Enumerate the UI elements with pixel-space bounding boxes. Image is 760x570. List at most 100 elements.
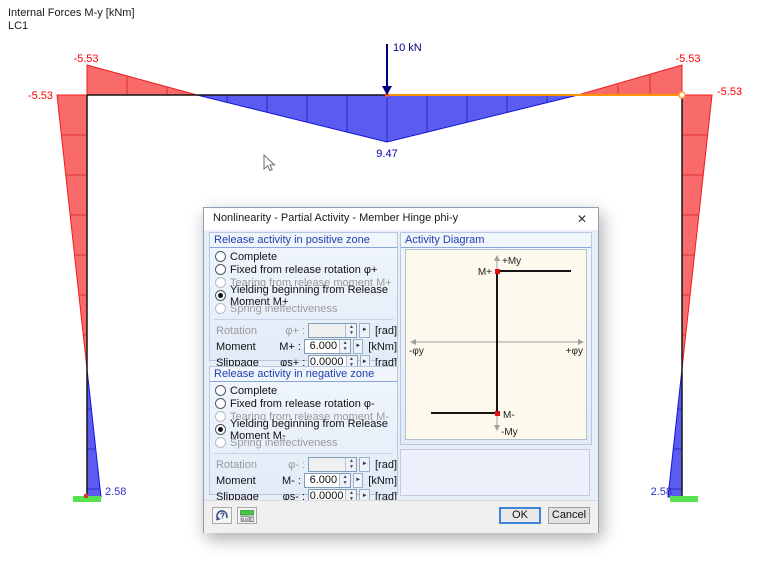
- group-positive-header: Release activity in positive zone: [210, 233, 397, 247]
- moment-pos-input[interactable]: 6.000: [305, 340, 339, 353]
- unit-label: [rad]: [375, 325, 397, 337]
- radio-icon[interactable]: [215, 251, 226, 262]
- radio-icon[interactable]: [215, 385, 226, 396]
- dialog-bottom-bar: ? 0.0 OK Cancel: [204, 500, 598, 533]
- load-value-label: 10 kN: [393, 42, 422, 54]
- field-row-moment-pos: Moment M+ : 6.000▲▼ ► [kNm]: [210, 339, 397, 354]
- column-right-negative-fill: [682, 95, 712, 369]
- info-panel: [400, 449, 590, 496]
- close-icon[interactable]: ✕: [574, 211, 590, 227]
- radio-icon[interactable]: [215, 264, 226, 275]
- activity-diagram-rule: [401, 247, 591, 248]
- group-positive-rule: [210, 247, 397, 248]
- unit-label: [kNm]: [368, 475, 397, 487]
- radio-label: Spring ineffectiveness: [230, 303, 337, 315]
- units-button[interactable]: 0.0: [237, 507, 257, 524]
- axis-label-pos-my: +My: [502, 256, 521, 267]
- field-label: Rotation: [216, 325, 280, 337]
- column-left-negative-fill: [57, 95, 87, 369]
- beam-right-negative-fill: [578, 65, 682, 95]
- field-symbol: M+ :: [277, 341, 301, 353]
- radio-icon-selected[interactable]: [215, 290, 226, 301]
- moment-label-top-right: -5.53: [675, 53, 700, 65]
- moment-label-peak: 9.47: [376, 148, 397, 160]
- radio-label: Fixed from release rotation φ-: [230, 398, 375, 410]
- ok-button[interactable]: OK: [499, 507, 541, 524]
- radio-label: Complete: [230, 251, 277, 263]
- spinner[interactable]: ▲▼: [339, 340, 350, 353]
- detail-arrow-button: ►: [359, 457, 370, 472]
- field-row-rotation-pos: Rotation φ+ : ▲▼ ► [rad]: [210, 323, 397, 338]
- member-hinge-dialog: Nonlinearity - Partial Activity - Member…: [203, 207, 599, 533]
- rotation-pos-input: [309, 324, 345, 337]
- radio-row-fixed-neg[interactable]: Fixed from release rotation φ-: [210, 397, 397, 410]
- rotation-neg-input: [309, 458, 345, 471]
- support-right: [670, 496, 698, 502]
- axis-label-neg-my: -My: [501, 427, 518, 438]
- radio-icon: [215, 437, 226, 448]
- hinge-node-marker[interactable]: [679, 92, 685, 98]
- spinner: ▲▼: [345, 324, 356, 337]
- field-label: Moment: [216, 475, 277, 487]
- beam-left-negative-fill: [87, 65, 197, 95]
- detail-arrow-button[interactable]: ►: [353, 339, 363, 354]
- point-label-m-minus: M-: [503, 410, 515, 421]
- m-minus-point: [495, 411, 500, 416]
- mouse-cursor: [264, 155, 275, 171]
- radio-icon: [215, 277, 226, 288]
- field-label: Rotation: [216, 459, 280, 471]
- spinner[interactable]: ▲▼: [339, 474, 350, 487]
- svg-text:?: ?: [220, 512, 225, 521]
- node-base-left[interactable]: [84, 494, 88, 498]
- column-left-positive-fill: [87, 369, 101, 497]
- group-separator: [214, 453, 393, 454]
- moment-neg-input[interactable]: 6.000: [305, 474, 339, 487]
- detail-arrow-button: ►: [359, 323, 370, 338]
- column-right-positive-fill: [668, 369, 682, 497]
- radio-icon[interactable]: [215, 398, 226, 409]
- moment-label-base-left: 2.58: [105, 486, 126, 498]
- field-row-rotation-neg: Rotation φ- : ▲▼ ► [rad]: [210, 457, 397, 472]
- point-load-arrow: [382, 44, 392, 95]
- unit-label: [kNm]: [368, 341, 397, 353]
- field-row-moment-neg: Moment M- : 6.000▲▼ ► [kNm]: [210, 473, 397, 488]
- radio-row-complete-neg[interactable]: Complete: [210, 384, 397, 397]
- dialog-titlebar[interactable]: Nonlinearity - Partial Activity - Member…: [204, 208, 598, 230]
- field-label: Moment: [216, 341, 277, 353]
- detail-arrow-button[interactable]: ►: [353, 473, 363, 488]
- activity-diagram-svg: +My M+ -φy +φy M- -My: [406, 250, 586, 439]
- units-icon: 0.0: [240, 510, 254, 522]
- moment-label-column-left: -5.53: [28, 90, 53, 102]
- activity-diagram-header: Activity Diagram: [401, 233, 591, 247]
- radio-label: Fixed from release rotation φ+: [230, 264, 377, 276]
- radio-icon-selected[interactable]: [215, 424, 226, 435]
- field-symbol: φ+ :: [280, 325, 305, 337]
- field-symbol: φ- :: [280, 459, 305, 471]
- point-label-m-plus: M+: [478, 267, 492, 278]
- help-button[interactable]: ?: [212, 507, 232, 524]
- spinner: ▲▼: [345, 458, 356, 471]
- axis-label-pos-phi: +φy: [566, 346, 583, 357]
- radio-label: Spring ineffectiveness: [230, 437, 337, 449]
- moment-label-column-right: -5.53: [717, 86, 742, 98]
- radio-label: Complete: [230, 385, 277, 397]
- activity-diagram-plot: +My M+ -φy +φy M- -My: [405, 249, 587, 440]
- radio-row-fixed-pos[interactable]: Fixed from release rotation φ+: [210, 263, 397, 276]
- radio-row-complete-pos[interactable]: Complete: [210, 250, 397, 263]
- radio-icon: [215, 411, 226, 422]
- m-plus-point: [495, 269, 500, 274]
- cancel-button[interactable]: Cancel: [548, 507, 590, 524]
- radio-row-yielding-neg[interactable]: Yielding beginning from Release Moment M…: [210, 423, 397, 436]
- group-negative-header: Release activity in negative zone: [210, 367, 397, 381]
- field-symbol: M- :: [277, 475, 301, 487]
- axis-label-neg-phi: -φy: [409, 346, 424, 357]
- group-separator: [214, 319, 393, 320]
- group-activity-diagram: Activity Diagram: [400, 232, 592, 445]
- group-negative-zone: Release activity in negative zone Comple…: [209, 366, 398, 495]
- radio-row-yielding-pos[interactable]: Yielding beginning from Release Moment M…: [210, 289, 397, 302]
- svg-text:0.0: 0.0: [242, 517, 249, 522]
- help-icon: ?: [216, 509, 229, 522]
- moment-label-base-right: 2.58: [651, 486, 672, 498]
- moment-label-top-left: -5.53: [73, 53, 98, 65]
- main-viewport: Internal Forces M-y [kNm]LC1: [0, 0, 760, 570]
